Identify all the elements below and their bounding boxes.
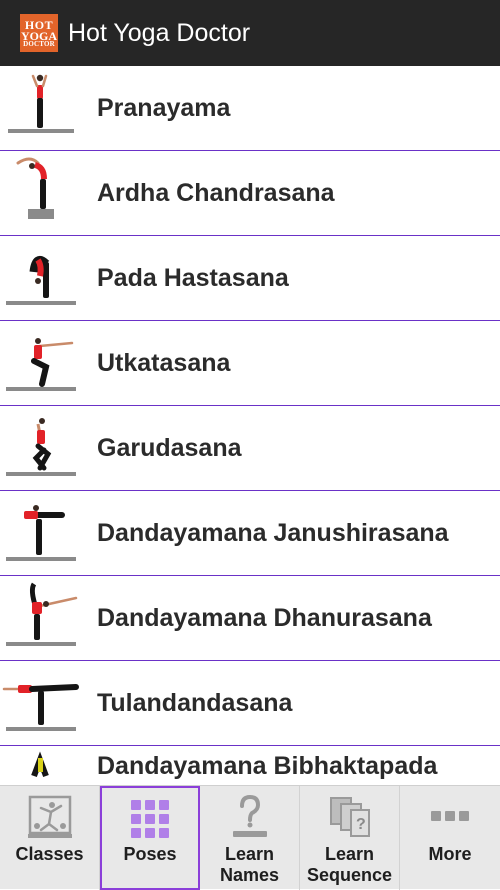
- pose-label: Ardha Chandrasana: [97, 178, 335, 207]
- tab-label: Learn Sequence: [306, 844, 393, 885]
- more-icon: [427, 794, 473, 840]
- pose-row-pranayama[interactable]: Pranayama: [0, 66, 500, 151]
- ardha-chandrasana-pose-icon: [0, 151, 80, 235]
- pose-label: Pada Hastasana: [97, 263, 289, 292]
- dandayamana-janushirasana-pose-icon: [0, 491, 80, 575]
- svg-text:?: ?: [356, 816, 366, 833]
- pose-label: Utkatasana: [97, 348, 231, 377]
- logo-text-doctor: DOCTOR: [23, 39, 55, 48]
- pose-row-dandayamana-janushirasana[interactable]: Dandayamana Janushirasana: [0, 491, 500, 576]
- pose-row-ardha-chandrasana[interactable]: Ardha Chandrasana: [0, 151, 500, 236]
- tab-label: More: [428, 844, 472, 864]
- tab-label: Poses: [123, 844, 177, 864]
- tab-learn-sequence[interactable]: ? Learn Sequence: [300, 786, 400, 890]
- pose-label: Dandayamana Bibhaktapada: [97, 752, 438, 780]
- tab-learn-names[interactable]: Learn Names: [200, 786, 300, 890]
- dandayamana-dhanurasana-pose-icon: [0, 576, 80, 660]
- tulandandasana-pose-icon: [0, 661, 80, 745]
- dandayamana-bibhaktapada-pose-icon: [0, 746, 80, 785]
- app-title: Hot Yoga Doctor: [68, 18, 251, 47]
- pose-list[interactable]: Pranayama Ardha Chandrasana Pada Hastasa: [0, 66, 500, 785]
- utkatasana-pose-icon: [0, 321, 80, 405]
- tab-label: Learn Names: [219, 844, 280, 885]
- pose-row-utkatasana[interactable]: Utkatasana: [0, 321, 500, 406]
- tab-classes[interactable]: Classes: [0, 786, 100, 890]
- pose-label: Dandayamana Janushirasana: [97, 518, 449, 547]
- pose-label: Pranayama: [97, 93, 231, 122]
- pose-row-dandayamana-bibhaktapada[interactable]: Dandayamana Bibhaktapada: [0, 746, 500, 785]
- cards-icon: ?: [327, 794, 373, 840]
- app-bar: HOT YOGA DOCTOR Hot Yoga Doctor: [0, 0, 500, 66]
- pranayama-pose-icon: [0, 66, 80, 150]
- garudasana-pose-icon: [0, 406, 80, 490]
- pada-hastasana-pose-icon: [0, 236, 80, 320]
- pose-row-garudasana[interactable]: Garudasana: [0, 406, 500, 491]
- pose-label: Garudasana: [97, 433, 242, 462]
- tab-poses[interactable]: Poses: [100, 786, 200, 890]
- pose-row-tulandandasana[interactable]: Tulandandasana: [0, 661, 500, 746]
- tab-label: Classes: [15, 844, 84, 864]
- pose-row-pada-hastasana[interactable]: Pada Hastasana: [0, 236, 500, 321]
- classes-icon: [27, 794, 73, 840]
- question-icon: [227, 794, 273, 840]
- pose-label: Dandayamana Dhanurasana: [97, 603, 432, 632]
- pose-label: Tulandandasana: [97, 688, 293, 717]
- grid-icon: [127, 796, 173, 842]
- pose-row-dandayamana-dhanurasana[interactable]: Dandayamana Dhanurasana: [0, 576, 500, 661]
- bottom-tab-bar: Classes Poses Learn Names ? Learn Sequen…: [0, 785, 500, 890]
- app-logo-icon: HOT YOGA DOCTOR: [20, 14, 58, 52]
- tab-more[interactable]: More: [400, 786, 500, 890]
